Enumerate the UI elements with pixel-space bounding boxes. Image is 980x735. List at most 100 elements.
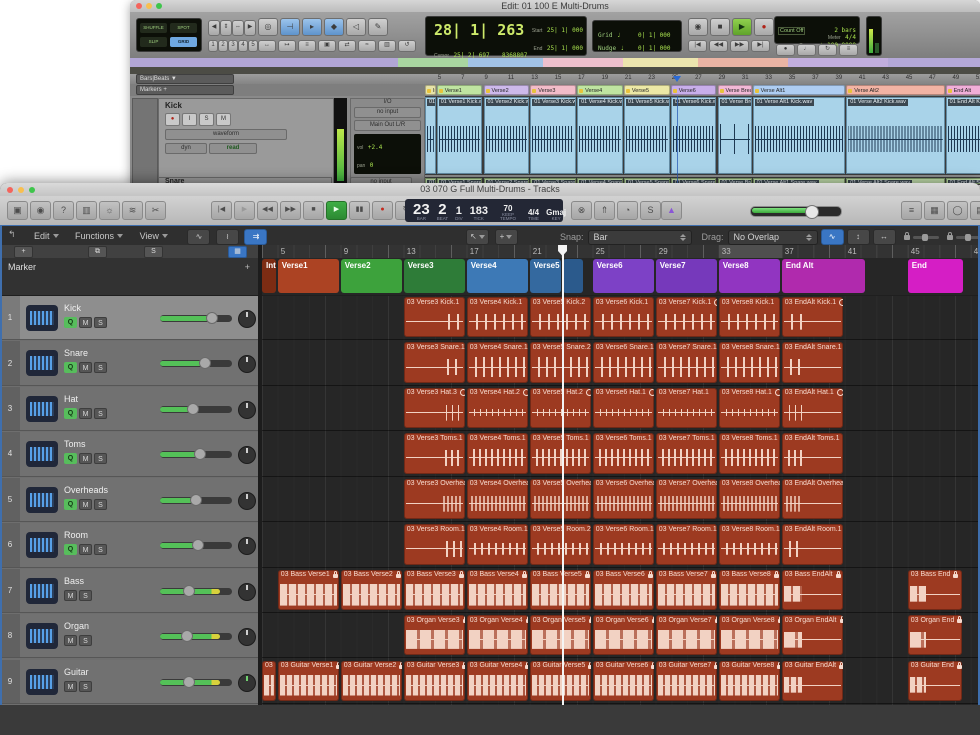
arrangement-marker[interactable]: Verse1 — [278, 259, 340, 293]
play-from-selection-button[interactable]: ▶ — [234, 201, 255, 220]
horizontal-zoom-icon[interactable]: ↔ — [873, 229, 896, 245]
stop-button[interactable]: ■ — [303, 201, 324, 220]
transport-button[interactable]: ● — [754, 18, 774, 36]
master-level-icon[interactable]: ▲ — [661, 201, 682, 220]
audio-region[interactable]: 03 Verse3 Snare.1 — [404, 342, 465, 382]
volume-slider[interactable] — [160, 451, 232, 458]
audio-region[interactable]: 03 Verse8 Kick.1 — [719, 297, 780, 337]
pt-track-button[interactable]: S — [199, 113, 214, 126]
tuner-icon[interactable]: ⊗ — [571, 201, 592, 220]
pause-button[interactable]: ▮▮ — [349, 201, 370, 220]
quick-help-icon[interactable]: ? — [53, 201, 74, 220]
pt-ruler-label[interactable]: Bars|Beats ▼ — [136, 74, 234, 84]
mute-button[interactable]: M — [64, 681, 77, 692]
track-header[interactable]: 1KickQMS — [0, 296, 258, 340]
add-marker-button[interactable]: + — [245, 262, 250, 272]
menu-view[interactable]: View — [140, 231, 168, 241]
audio-region[interactable]: 03 Verse8 Snare.1 — [719, 342, 780, 382]
volume-slider[interactable] — [160, 679, 232, 686]
track-header[interactable]: 7BassMS — [0, 569, 258, 613]
audio-region[interactable]: 03 Verse5 Overheads.1 — [530, 479, 591, 519]
count-in-icon[interactable]: ⇑ — [594, 201, 615, 220]
pt-audio-region[interactable]: 01 End Alt Kick.wav — [946, 97, 980, 174]
audio-region[interactable]: 03 Guitar Verse5 — [530, 661, 591, 701]
pt-audio-region[interactable]: 01 Verse2 Kick.wav — [484, 97, 530, 174]
pt-audio-region[interactable]: 01 Ir — [425, 97, 436, 174]
audio-region[interactable]: 03 Bass Verse5 — [530, 570, 591, 610]
pt-nudge-value[interactable]: 0| 1| 000 — [638, 45, 671, 52]
solo-header-button[interactable]: S — [144, 246, 163, 258]
zoom-arrow-button[interactable]: ◀ — [208, 20, 220, 36]
solo-button[interactable]: S — [94, 544, 107, 555]
timeline-marker[interactable]: Verse6 — [671, 85, 717, 95]
go-to-beginning-button[interactable]: |◀ — [211, 201, 232, 220]
edit-function-button[interactable]: ≈ — [358, 40, 376, 52]
audio-region[interactable]: 03 Bass End — [908, 570, 963, 610]
volume-slider[interactable] — [160, 542, 232, 549]
volume-knob[interactable] — [192, 539, 204, 551]
logic-window[interactable]: 03 070 G Full Multi-Drums - Tracks ▣◉?▥ … — [0, 183, 980, 735]
menu-functions[interactable]: Functions — [75, 231, 123, 241]
track-header[interactable]: 4TomsQMS — [0, 432, 258, 476]
audio-region[interactable]: 03 Verse6 Hat.1 — [593, 388, 654, 428]
pan-knob[interactable] — [238, 355, 256, 373]
mute-button[interactable]: M — [79, 544, 92, 555]
menu-edit[interactable]: Edit — [34, 231, 59, 241]
audio-region[interactable]: 03 Guitar EndAlt — [782, 661, 843, 701]
audio-region[interactable]: 03 Organ Verse5 — [530, 615, 591, 655]
timeline-marker[interactable]: Verse1 — [437, 85, 483, 95]
mute-button[interactable]: M — [64, 635, 77, 646]
arrangement-marker[interactable]: Verse8 — [719, 259, 781, 293]
solo-button[interactable]: S — [79, 590, 92, 601]
zoom-preset-button[interactable]: 1 — [208, 40, 218, 52]
pro-tools-window[interactable]: Edit: 01 100 E Multi-Drums SHUFFLESPOTSL… — [130, 0, 980, 185]
catch-playhead-icon[interactable]: ⇉ — [244, 229, 267, 245]
audio-region[interactable]: 03 Guitar Verse1 — [278, 661, 339, 701]
metronome-button[interactable]: ♩ — [797, 44, 816, 56]
lcd-display[interactable]: 23BAR 2BEAT 1DIV 183TICK 70KEEP TEMPO 4/… — [405, 199, 563, 222]
zoom-preset-button[interactable]: 3 — [228, 40, 238, 52]
audio-region[interactable]: 03 Verse5 Room.2 — [530, 524, 591, 564]
solo-button[interactable]: S — [94, 408, 107, 419]
timeline-marker[interactable]: Verse3 — [530, 85, 576, 95]
duplicate-track-button[interactable]: ⧉ — [88, 246, 107, 258]
pt-audio-region[interactable]: 01 Verse Alt2 Kick.wav — [846, 97, 944, 174]
track-header[interactable]: 6RoomQMS — [0, 523, 258, 567]
transport-button[interactable]: ◉ — [688, 18, 708, 36]
audio-region[interactable]: 03 Verse7 Room.1 — [656, 524, 717, 564]
volume-slider[interactable] — [160, 406, 232, 413]
mixer-icon[interactable]: ≋ — [122, 201, 143, 220]
pt-automation-mode[interactable]: read — [209, 143, 257, 154]
mute-button[interactable]: M — [79, 499, 92, 510]
volume-slider[interactable] — [160, 633, 232, 640]
vertical-zoom-icon[interactable]: ↕ — [847, 229, 870, 245]
automation-icon[interactable]: ∿ — [187, 229, 210, 245]
pt-start-value[interactable]: 25| 1| 000 — [547, 27, 583, 34]
audio-region[interactable]: 03 Verse5 Kick.2 — [530, 297, 591, 337]
metronome-button[interactable]: ↻ — [818, 44, 837, 56]
audio-region[interactable]: 03 EndAlt Toms.1 — [782, 433, 843, 473]
arrangement-marker[interactable]: Verse7 — [656, 259, 718, 293]
pan-knob[interactable] — [238, 446, 256, 464]
track-header[interactable]: 8OrganMS — [0, 614, 258, 658]
audio-region[interactable]: 03 Verse6 Toms.1 — [593, 433, 654, 473]
audio-region[interactable]: 03 Bass Verse4 — [467, 570, 528, 610]
snap-select[interactable]: Bar — [588, 230, 692, 245]
arrangement-marker[interactable]: Verse5 — [530, 259, 561, 293]
audio-region[interactable]: 03 Verse4 Hat.2 — [467, 388, 528, 428]
volume-knob[interactable] — [190, 494, 202, 506]
arrangement-marker[interactable]: End Alt — [782, 259, 866, 293]
audio-region[interactable]: 03 — [262, 661, 276, 701]
timeline-marker[interactable]: Verse2 — [484, 85, 530, 95]
rewind-button[interactable]: ◀◀ — [257, 201, 278, 220]
audio-region[interactable]: 03 Verse3 Overheads.1 — [404, 479, 465, 519]
audio-region[interactable]: 03 EndAlt Snare.1 — [782, 342, 843, 382]
edit-mode-grid[interactable]: GRID — [170, 37, 197, 47]
timeline-marker[interactable]: Verse Alt2 — [846, 85, 944, 95]
transport-button[interactable]: ▶ — [732, 18, 752, 36]
solo-button[interactable]: S — [94, 317, 107, 328]
audio-region[interactable]: 03 Verse7 Snare.1 — [656, 342, 717, 382]
metronome-button[interactable]: ● — [776, 44, 795, 56]
audio-region[interactable]: 03 Bass Verse8 — [719, 570, 780, 610]
pt-vol-value[interactable]: +2.4 — [368, 144, 382, 151]
